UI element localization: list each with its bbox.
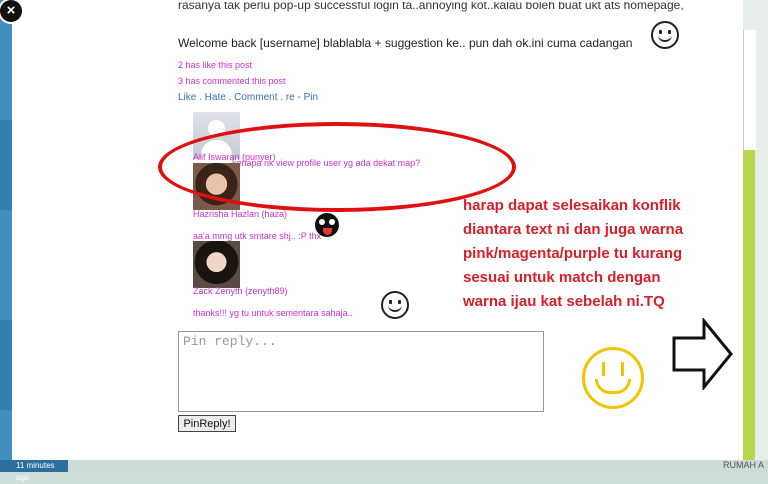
left-panel-strip	[0, 320, 12, 410]
post-cut-line: rasanya tak perlu pop-up successful logi…	[178, 2, 684, 12]
yellow-smiley-icon	[582, 347, 644, 409]
pin-reply-button[interactable]: PinReply!	[178, 415, 236, 432]
post-actions[interactable]: Like . Hate . Comment . re - Pin	[178, 92, 318, 103]
annotation-line: sesuai untuk match dengan	[463, 269, 661, 286]
map-label: RUMAH A	[722, 460, 764, 470]
annotation-line: warna ijau kat sebelah ni.TQ	[463, 293, 665, 310]
left-panel	[0, 0, 12, 472]
smile-emoticon-icon	[651, 21, 679, 49]
comment-author[interactable]: Hazrisha Hazlan (haza)	[193, 209, 287, 219]
smile-emoticon-icon	[381, 291, 409, 319]
likes-count[interactable]: 2 has like this post	[178, 60, 252, 70]
bottom-strip: 11 minutes ago RUMAH A	[0, 460, 768, 482]
close-icon[interactable]: ×	[0, 0, 22, 22]
green-side-bar	[743, 150, 755, 462]
timestamp: 11 minutes ago	[0, 460, 68, 482]
arrow-right-icon	[672, 318, 733, 390]
left-panel-strip	[0, 120, 12, 210]
annotation-line: pink/magenta/purple tu kurang	[463, 245, 683, 262]
tongue-emoticon-icon	[315, 213, 339, 237]
scrollbar-track[interactable]	[743, 30, 756, 150]
annotation-note: harap dapat selesaikan konflik diantara …	[463, 194, 683, 314]
comment-text: aa'a mmg utk smtare shj.. :P thx	[193, 231, 322, 241]
post-body: Welcome back [username] blablabla + sugg…	[178, 36, 633, 50]
avatar[interactable]	[193, 241, 240, 288]
reply-input[interactable]: Pin reply...	[178, 331, 544, 412]
annotation-line: harap dapat selesaikan konflik	[463, 197, 681, 214]
annotation-line: diantara text ni dan juga warna	[463, 221, 684, 238]
comments-count[interactable]: 3 has commented this post	[178, 76, 286, 86]
comment-author[interactable]: Zack Zenyth (zenyth89)	[193, 286, 288, 296]
comment-text: thanks!!! yg tu untuk sementara sahaja..	[193, 308, 353, 318]
